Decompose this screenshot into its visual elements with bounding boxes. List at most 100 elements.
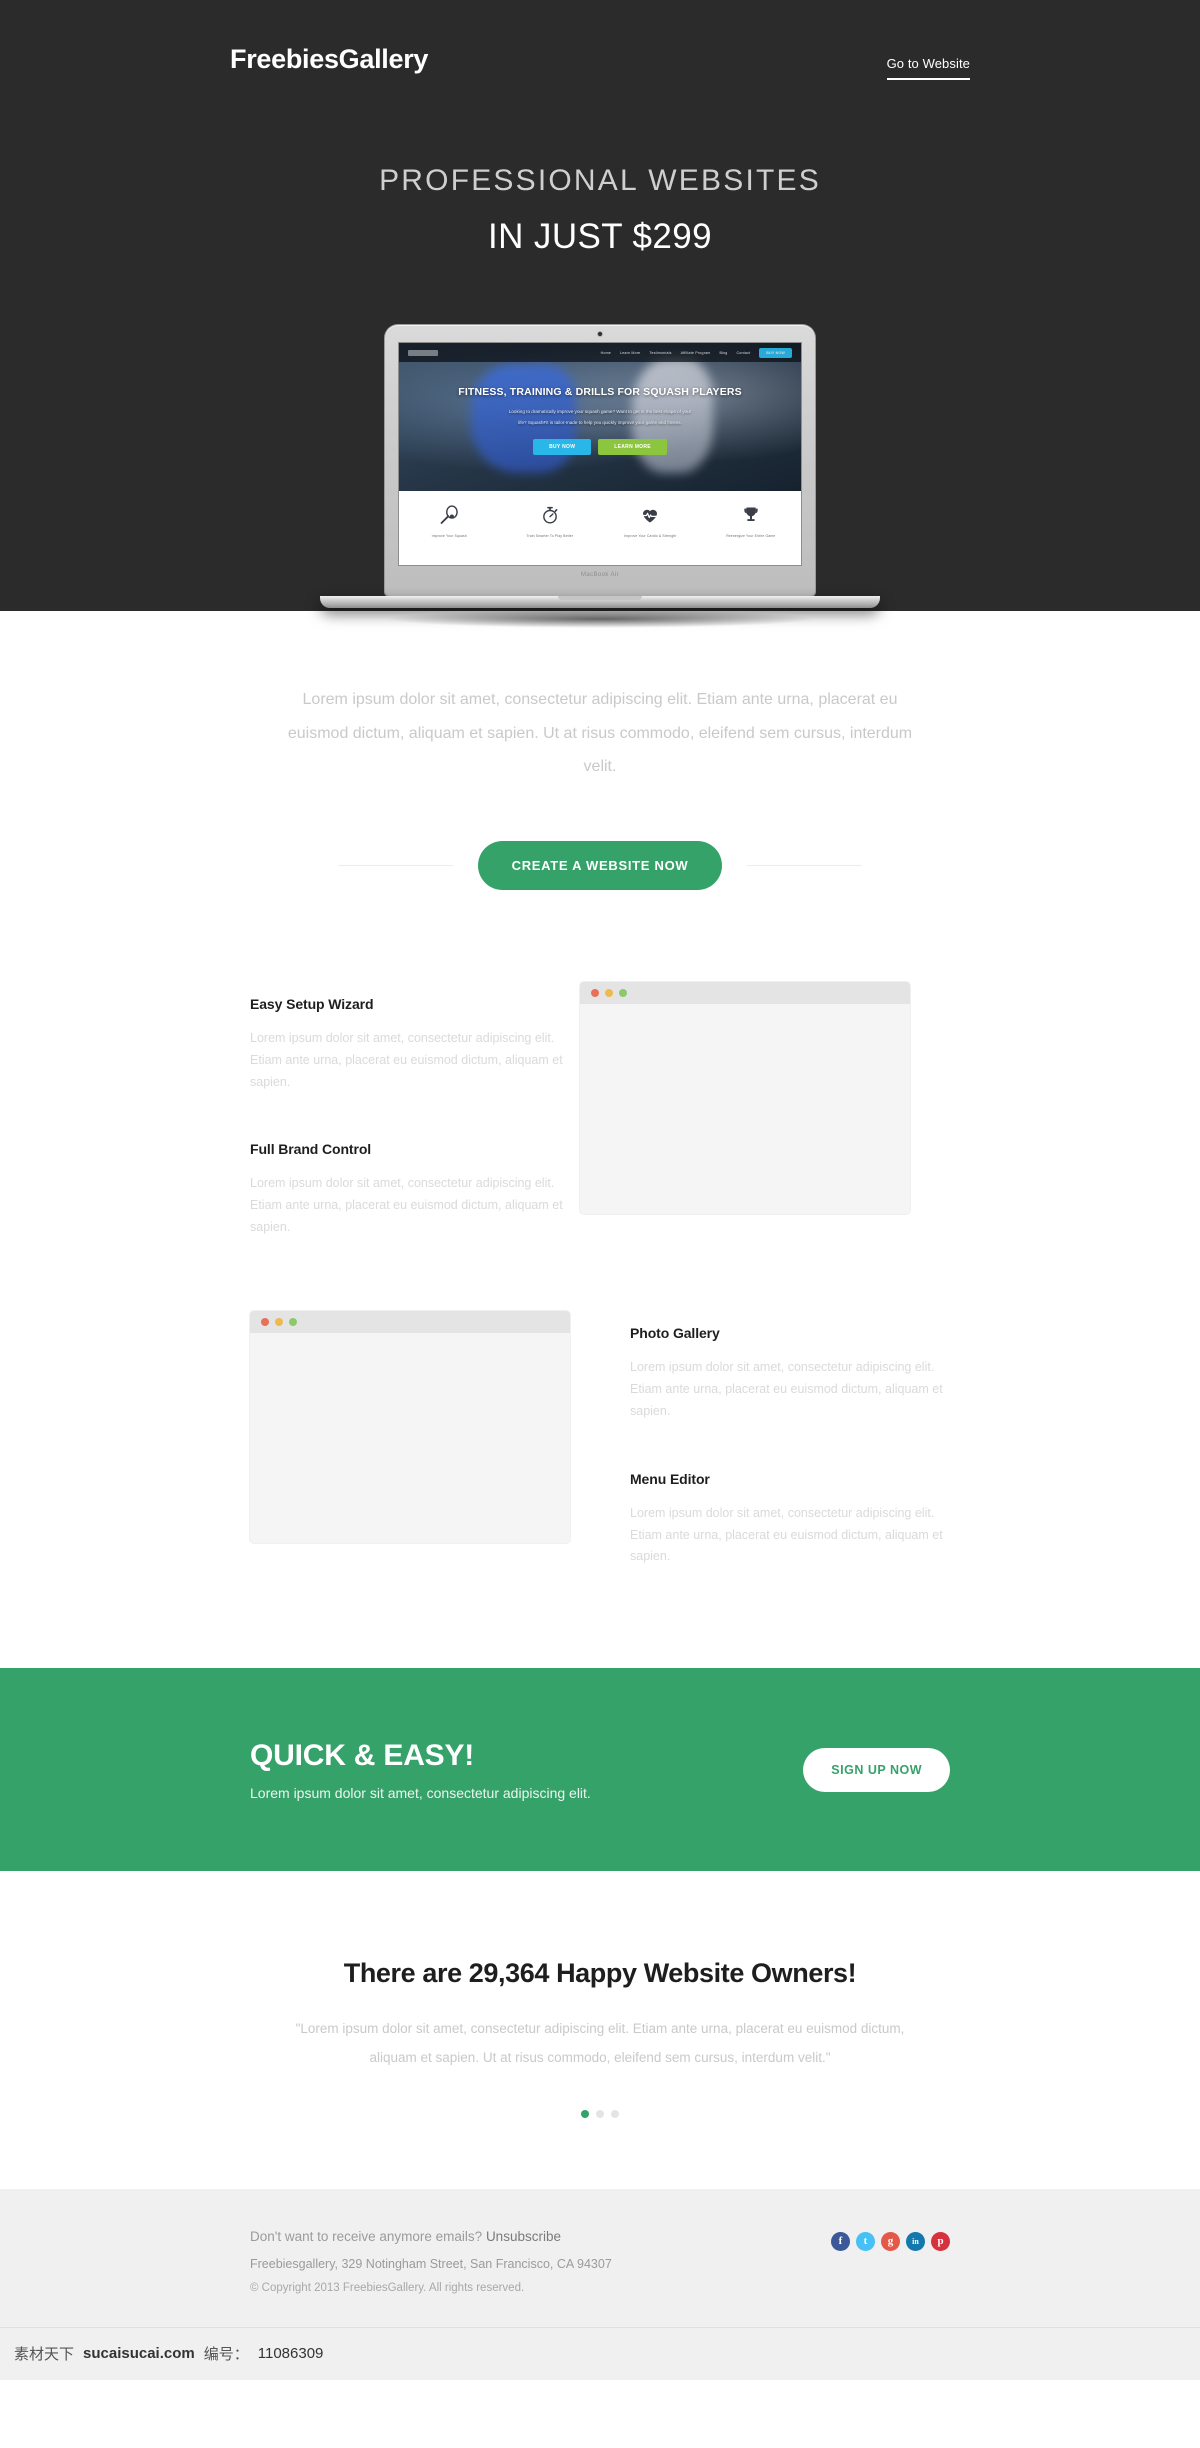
mock-site-nav: Home Learn More Testimonials Affiliate P… bbox=[399, 343, 801, 362]
mock-site-paragraph: Looking to dramatically improve your squ… bbox=[399, 406, 801, 428]
features-text-right: Photo Gallery Lorem ipsum dolor sit amet… bbox=[630, 1311, 950, 1568]
browser-titlebar bbox=[580, 981, 910, 1004]
watermark-bar: 素材天下 sucaisucai.com 编号： 11086309 bbox=[0, 2326, 1200, 2380]
mock-site-buttons: BUY NOW LEARN MORE bbox=[399, 439, 801, 456]
testimonial-heading: There are 29,364 Happy Website Owners! bbox=[343, 1958, 857, 1989]
intro-paragraph: Lorem ipsum dolor sit amet, consectetur … bbox=[287, 691, 913, 776]
mock-feature-caption: Improve Your Squash bbox=[431, 534, 467, 538]
stopwatch-icon bbox=[500, 504, 601, 526]
browser-minimize-dot[interactable] bbox=[605, 988, 613, 997]
footer-copyright: © Copyright 2013 FreebiesGallery. All ri… bbox=[250, 2282, 525, 2295]
mock-buy-now-button[interactable]: BUY NOW bbox=[533, 439, 592, 456]
browser-maximize-dot[interactable] bbox=[619, 988, 627, 997]
laptop-mockup: Home Learn More Testimonials Affiliate P… bbox=[0, 325, 1200, 628]
feature-title: Photo Gallery bbox=[630, 1325, 720, 1342]
trophy-icon bbox=[701, 504, 802, 526]
mock-nav-item-home[interactable]: Home bbox=[601, 351, 611, 355]
brand-logo: FreebiesGallery bbox=[230, 44, 429, 74]
intro-section: Lorem ipsum dolor sit amet, consectetur … bbox=[0, 611, 1200, 784]
sign-up-now-button[interactable]: SIGN UP NOW bbox=[803, 1747, 950, 1792]
feature-title: Full Brand Control bbox=[250, 1141, 372, 1158]
mock-nav-item-learn-more[interactable]: Learn More bbox=[620, 351, 640, 355]
mock-nav-item-blog[interactable]: Blog bbox=[719, 351, 727, 355]
signup-banner-section: QUICK & EASY! Lorem ipsum dolor sit amet… bbox=[0, 1668, 1200, 1872]
browser-titlebar bbox=[250, 1311, 570, 1334]
footer-section: Don't want to receive anymore emails? Un… bbox=[0, 2188, 1200, 2327]
mock-site-headline: FITNESS, TRAINING & DRILLS FOR SQUASH PL… bbox=[458, 386, 742, 398]
banner-title: QUICK & EASY! bbox=[250, 1738, 475, 1772]
browser-maximize-dot[interactable] bbox=[289, 1318, 297, 1327]
hero-section: FreebiesGallery Go to Website PROFESSION… bbox=[0, 0, 1200, 628]
mock-site-hero: Home Learn More Testimonials Affiliate P… bbox=[399, 343, 801, 491]
mock-feature-caption: Reenergize Your Entire Game bbox=[726, 534, 776, 538]
cta-divider-left bbox=[337, 864, 453, 866]
mock-site-paragraph-line2: life? SquashFit is tailor-made to help y… bbox=[518, 420, 682, 426]
feature-title: Easy Setup Wizard bbox=[250, 995, 374, 1012]
laptop-shadow bbox=[385, 610, 815, 628]
testimonial-section: There are 29,364 Happy Website Owners! "… bbox=[0, 1871, 1200, 2118]
twitter-icon[interactable]: t bbox=[856, 2231, 875, 2251]
browser-close-dot[interactable] bbox=[261, 1318, 269, 1327]
watermark-site: sucaisucai.com bbox=[83, 2345, 195, 2363]
feature-full-brand-control: Full Brand Control Lorem ipsum dolor sit… bbox=[250, 1141, 580, 1239]
heart-pulse-icon bbox=[600, 504, 701, 526]
mock-nav-buy-now-button[interactable]: BUY NOW bbox=[759, 347, 792, 358]
browser-minimize-dot[interactable] bbox=[275, 1318, 283, 1327]
mock-site-paragraph-line1: Looking to dramatically improve your squ… bbox=[508, 409, 692, 414]
laptop-model-label: MacBook Air bbox=[580, 572, 620, 578]
watermark-number: 11086309 bbox=[257, 2345, 324, 2363]
browser-close-dot[interactable] bbox=[591, 988, 599, 997]
mock-feature-improve-cardio: Improve Your Cardio & Strength bbox=[600, 504, 701, 565]
webcam-icon bbox=[598, 332, 602, 336]
mock-feature-train-smarter: Train Smarter To Play Better bbox=[500, 504, 601, 565]
feature-menu-editor: Menu Editor Lorem ipsum dolor sit amet, … bbox=[630, 1471, 950, 1569]
racket-icon bbox=[399, 504, 500, 526]
unsubscribe-link[interactable]: Unsubscribe bbox=[486, 2229, 561, 2244]
mock-feature-improve-squash: Improve Your Squash bbox=[399, 504, 500, 565]
cta-divider-right bbox=[747, 864, 863, 866]
browser-mockup-left bbox=[250, 1311, 570, 1544]
mock-learn-more-button[interactable]: LEARN MORE bbox=[598, 439, 667, 456]
mock-site-nav-items: Home Learn More Testimonials Affiliate P… bbox=[601, 347, 792, 358]
mock-feature-reenergize: Reenergize Your Entire Game bbox=[701, 504, 802, 565]
unsubscribe-line: Don't want to receive anymore emails? Un… bbox=[250, 2226, 612, 2248]
carousel-dot-3[interactable] bbox=[611, 2109, 619, 2118]
carousel-dot-2[interactable] bbox=[596, 2109, 604, 2118]
feature-body: Lorem ipsum dolor sit amet, consectetur … bbox=[250, 1030, 563, 1089]
mock-nav-item-contact[interactable]: Contact bbox=[736, 351, 750, 355]
carousel-dot-1[interactable] bbox=[581, 2109, 589, 2118]
browser-mockup-right bbox=[580, 981, 910, 1214]
pinterest-icon[interactable]: p bbox=[931, 2231, 950, 2251]
laptop-base bbox=[320, 596, 880, 608]
footer-text-block: Don't want to receive anymore emails? Un… bbox=[250, 2226, 612, 2299]
feature-body: Lorem ipsum dolor sit amet, consectetur … bbox=[250, 1176, 563, 1235]
carousel-dots bbox=[0, 2109, 1200, 2118]
features-row-second: Photo Gallery Lorem ipsum dolor sit amet… bbox=[250, 1311, 950, 1568]
laptop-lid: Home Learn More Testimonials Affiliate P… bbox=[385, 325, 815, 596]
watermark-label: 素材天下 bbox=[14, 2346, 75, 2364]
facebook-icon[interactable]: f bbox=[831, 2231, 850, 2251]
hero-subtitle: PROFESSIONAL WEBSITES bbox=[379, 164, 821, 197]
mock-site-logo bbox=[408, 349, 438, 356]
feature-title: Menu Editor bbox=[630, 1470, 710, 1487]
linkedin-icon[interactable]: in bbox=[906, 2231, 925, 2251]
testimonial-quote: "Lorem ipsum dolor sit amet, consectetur… bbox=[295, 2021, 905, 2065]
go-to-website-link[interactable]: Go to Website bbox=[886, 56, 970, 80]
footer-address: Freebiesgallery, 329 Notingham Street, S… bbox=[250, 2256, 612, 2271]
features-row-first: Easy Setup Wizard Lorem ipsum dolor sit … bbox=[250, 981, 950, 1239]
mock-site-features: Improve Your Squash Train Smarter To Pla… bbox=[399, 491, 802, 565]
mock-feature-caption: Train Smarter To Play Better bbox=[526, 534, 574, 538]
mock-nav-item-affiliate[interactable]: Affiliate Program bbox=[681, 351, 711, 355]
features-text-left: Easy Setup Wizard Lorem ipsum dolor sit … bbox=[250, 982, 580, 1239]
unsubscribe-prompt: Don't want to receive anymore emails? bbox=[250, 2228, 486, 2244]
feature-body: Lorem ipsum dolor sit amet, consectetur … bbox=[630, 1360, 943, 1418]
feature-easy-setup-wizard: Easy Setup Wizard Lorem ipsum dolor sit … bbox=[250, 996, 580, 1094]
laptop-screen: Home Learn More Testimonials Affiliate P… bbox=[398, 342, 802, 566]
mock-nav-item-testimonials[interactable]: Testimonials bbox=[649, 351, 671, 355]
googleplus-icon[interactable]: g bbox=[881, 2231, 900, 2251]
watermark-number-label: 编号： bbox=[203, 2346, 249, 2364]
create-a-website-now-button[interactable]: CREATE A WEBSITE NOW bbox=[477, 840, 723, 890]
header-bar: FreebiesGallery Go to Website bbox=[230, 0, 970, 80]
hero-title: IN JUST $299 bbox=[488, 217, 712, 256]
banner-subtitle: Lorem ipsum dolor sit amet, consectetur … bbox=[250, 1784, 591, 1801]
